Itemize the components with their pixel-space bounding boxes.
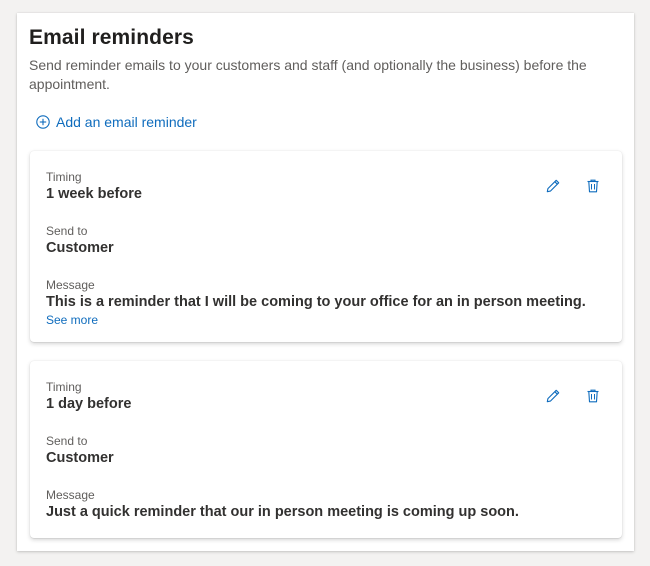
- message-field: Message This is a reminder that I will b…: [46, 278, 586, 327]
- delete-button[interactable]: [584, 177, 602, 195]
- timing-value: 1 week before: [46, 186, 142, 202]
- add-email-reminder-link[interactable]: Add an email reminder: [36, 114, 197, 130]
- message-label: Message: [46, 278, 95, 292]
- message-value: This is a reminder that I will be coming…: [46, 294, 586, 310]
- sendto-value: Customer: [46, 450, 114, 466]
- reminder-card: Timing 1 day before Send to Customer Mes…: [30, 361, 622, 538]
- timing-field: Timing 1 week before: [46, 170, 142, 203]
- delete-button[interactable]: [584, 387, 602, 405]
- sendto-field: Send to Customer: [46, 434, 114, 467]
- timing-value: 1 day before: [46, 396, 132, 412]
- edit-button[interactable]: [544, 387, 562, 405]
- sendto-value: Customer: [46, 240, 114, 256]
- section-description: Send reminder emails to your customers a…: [29, 57, 587, 92]
- sendto-field: Send to Customer: [46, 224, 114, 257]
- pencil-icon: [545, 178, 561, 194]
- card-actions: [544, 177, 602, 195]
- trash-icon: [585, 178, 601, 194]
- edit-button[interactable]: [544, 177, 562, 195]
- see-more-link[interactable]: See more: [46, 313, 586, 327]
- message-value: Just a quick reminder that our in person…: [46, 504, 519, 520]
- card-actions: [544, 387, 602, 405]
- reminder-card: Timing 1 week before Send to Customer Me…: [30, 151, 622, 342]
- trash-icon: [585, 388, 601, 404]
- section-title: Email reminders: [29, 26, 194, 49]
- message-field: Message Just a quick reminder that our i…: [46, 488, 519, 521]
- timing-label: Timing: [46, 380, 82, 394]
- add-email-reminder-label: Add an email reminder: [56, 114, 197, 130]
- pencil-icon: [545, 388, 561, 404]
- email-reminders-panel: Email reminders Send reminder emails to …: [17, 13, 634, 551]
- add-circle-icon: [36, 115, 50, 129]
- message-label: Message: [46, 488, 95, 502]
- timing-field: Timing 1 day before: [46, 380, 131, 413]
- sendto-label: Send to: [46, 434, 88, 448]
- sendto-label: Send to: [46, 224, 88, 238]
- timing-label: Timing: [46, 170, 82, 184]
